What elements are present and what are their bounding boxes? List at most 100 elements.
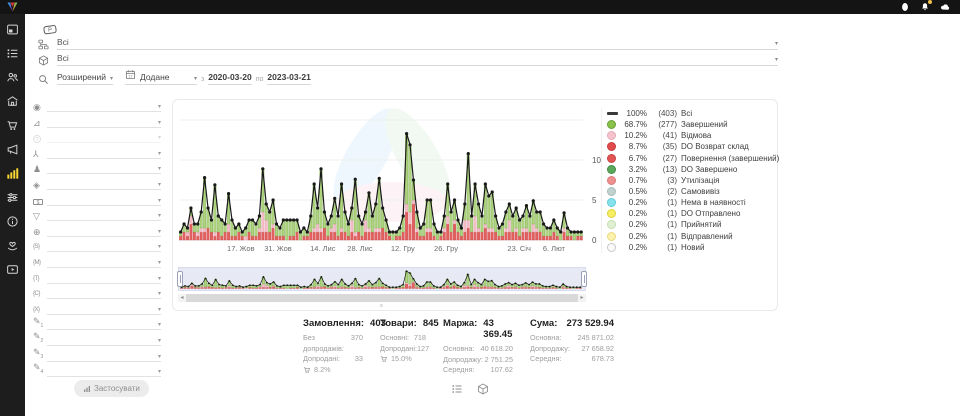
- filter-row-help[interactable]: ?▾: [33, 130, 161, 143]
- brace-m-select[interactable]: ▾: [47, 259, 161, 268]
- chart-scrollbar[interactable]: ◂ ≡ ▸: [178, 294, 586, 302]
- search-mode-select[interactable]: Розширений ▾: [57, 72, 113, 85]
- help-select[interactable]: ▾: [47, 134, 161, 143]
- custom-field-3-select[interactable]: ▾: [47, 353, 161, 362]
- hierarchy-select[interactable]: ▾: [47, 150, 161, 159]
- group-by-product-cube-icon[interactable]: [477, 383, 489, 395]
- scroll-left-arrow[interactable]: ◂: [178, 294, 186, 302]
- app-logo-icon[interactable]: [6, 1, 19, 13]
- legend-item-1[interactable]: 68.7%(277)Завершений: [607, 119, 781, 130]
- stat-sub-label: Без допродажів:: [303, 333, 351, 354]
- legend-item-12[interactable]: 0.2%(1)Новий: [607, 242, 781, 253]
- legend-item-6[interactable]: 0.7%(3)Утилізація: [607, 175, 781, 186]
- legend-count: (1): [650, 209, 677, 218]
- filter-row-funnel[interactable]: ▽▾: [33, 208, 161, 221]
- sidebar-item-tutorials[interactable]: [6, 263, 19, 276]
- legend-count: (41): [650, 131, 677, 140]
- filter-row-trend[interactable]: ⊿▾: [33, 115, 161, 128]
- money-select[interactable]: ▾: [47, 197, 161, 206]
- globe-select[interactable]: ▾: [47, 228, 161, 237]
- brace-t-select[interactable]: ▾: [47, 275, 161, 284]
- legend-item-2[interactable]: 10.2%(41)Відмова: [607, 130, 781, 141]
- product-filter-value[interactable]: Всі: [57, 53, 69, 63]
- legend-label: DO Завершено: [681, 165, 737, 174]
- custom-field-4-select[interactable]: ▾: [47, 368, 161, 377]
- category-filter-value[interactable]: Всі: [57, 37, 69, 47]
- date-field-select[interactable]: 17 Додане ▾: [125, 69, 197, 85]
- sidebar-item-loyalty[interactable]: [6, 239, 19, 252]
- legend-item-5[interactable]: 3.2%(13)DO Завершено: [607, 164, 781, 175]
- filter-row-hierarchy[interactable]: ⅄▾: [33, 146, 161, 159]
- filter-row-custom-field-4[interactable]: ✎4▾: [33, 364, 161, 377]
- sidebar-item-analytics[interactable]: [6, 167, 19, 180]
- cube-select[interactable]: ▾: [47, 181, 161, 190]
- brace-x-select[interactable]: ▾: [47, 306, 161, 315]
- orders-chart: 17. Жов31. Жов14. Лис28. Лис12. Гру26. Г…: [177, 104, 609, 262]
- label-tag-icon[interactable]: P: [41, 22, 59, 37]
- brace-c-select[interactable]: ▾: [47, 290, 161, 299]
- stat-sub-label: Основні:: [380, 333, 409, 344]
- legend-item-11[interactable]: 0.2%(1)Відправлений: [607, 231, 781, 242]
- sidebar-item-settings-sliders[interactable]: [6, 191, 19, 204]
- planet-select[interactable]: ▾: [47, 103, 161, 112]
- legend-item-0[interactable]: 100%(403)Всі: [607, 108, 781, 119]
- filter-row-planet[interactable]: ◉▾: [33, 99, 161, 112]
- stat-value: 43 369.45: [483, 318, 513, 340]
- search-icon[interactable]: [38, 74, 49, 85]
- filter-row-globe[interactable]: ⊕▾: [33, 224, 161, 237]
- filter-row-brace-m[interactable]: {M}▾: [33, 255, 161, 268]
- sidebar-item-cart[interactable]: [6, 119, 19, 132]
- apply-button[interactable]: Застосувати: [74, 380, 149, 397]
- hierarchy-icon: ⅄: [33, 149, 47, 159]
- sidebar-item-info[interactable]: [6, 215, 19, 228]
- filter-row-brace-s[interactable]: {S}▾: [33, 239, 161, 252]
- filter-row-person[interactable]: ♟▾: [33, 161, 161, 174]
- filter-row-custom-field-3[interactable]: ✎3▾: [33, 349, 161, 362]
- scroll-right-arrow[interactable]: ▸: [578, 294, 586, 302]
- filter-row-brace-x[interactable]: {X}▾: [33, 302, 161, 315]
- filter-row-brace-t[interactable]: {T}▾: [33, 271, 161, 284]
- legend-item-3[interactable]: 8.7%(35)DO Возврат склад: [607, 141, 781, 152]
- stat-sub-value: 678.73: [592, 354, 614, 365]
- filter-row-money[interactable]: $▾: [33, 193, 161, 206]
- legend-item-8[interactable]: 0.2%(1)Нема в наявності: [607, 197, 781, 208]
- sidebar-item-orders-list[interactable]: [6, 47, 19, 60]
- person-select[interactable]: ▾: [47, 165, 161, 174]
- user-icon[interactable]: [900, 2, 910, 12]
- cloud-icon[interactable]: [940, 2, 950, 12]
- minimap-left-handle[interactable]: [177, 271, 183, 287]
- filter-row-custom-field-1[interactable]: ✎1▾: [33, 317, 161, 330]
- product-filter-row[interactable]: Всі ▾: [38, 53, 778, 66]
- legend-item-9[interactable]: 0.2%(1)DO Отправлено: [607, 208, 781, 219]
- legend-item-7[interactable]: 0.5%(2)Самовивіз: [607, 186, 781, 197]
- sidebar-item-store[interactable]: [6, 95, 19, 108]
- filter-row-custom-field-2[interactable]: ✎2▾: [33, 333, 161, 346]
- filter-row-cube[interactable]: ◈▾: [33, 177, 161, 190]
- date-from-label: з: [201, 76, 204, 85]
- notifications-bell-icon[interactable]: [920, 2, 930, 12]
- date-to-input[interactable]: 2023-03-21: [267, 72, 310, 82]
- funnel-select[interactable]: ▾: [47, 212, 161, 221]
- custom-field-3-icon: ✎3: [33, 347, 47, 362]
- sidebar-item-marketing[interactable]: [6, 143, 19, 156]
- chevron-down-icon: ▾: [158, 181, 161, 189]
- custom-field-1-select[interactable]: ▾: [47, 321, 161, 330]
- group-by-status-list-icon[interactable]: [451, 383, 463, 395]
- brace-s-select[interactable]: ▾: [47, 243, 161, 252]
- legend-dot-swatch: [607, 198, 616, 207]
- custom-field-2-select[interactable]: ▾: [47, 337, 161, 346]
- trend-select[interactable]: ▾: [47, 119, 161, 128]
- legend-item-4[interactable]: 6.7%(27)Повернення (завершений): [607, 153, 781, 164]
- date-from-input[interactable]: 2020-03-20: [208, 72, 251, 82]
- legend-item-10[interactable]: 0.2%(1)Прийнятий: [607, 219, 781, 230]
- scrollbar-thumb[interactable]: ≡: [186, 294, 578, 302]
- chart-minimap[interactable]: [178, 267, 586, 291]
- category-filter-row[interactable]: Всі ▾: [38, 37, 778, 50]
- sidebar-item-customers[interactable]: [6, 71, 19, 84]
- filter-row-brace-c[interactable]: {C}▾: [33, 286, 161, 299]
- stat-sub-label: Середня:: [443, 365, 475, 376]
- stat-value: 845: [423, 318, 439, 329]
- minimap-right-handle[interactable]: [581, 271, 587, 287]
- sidebar-item-dashboard[interactable]: [6, 23, 19, 36]
- stat-sub-value: 27 658.92: [582, 344, 614, 355]
